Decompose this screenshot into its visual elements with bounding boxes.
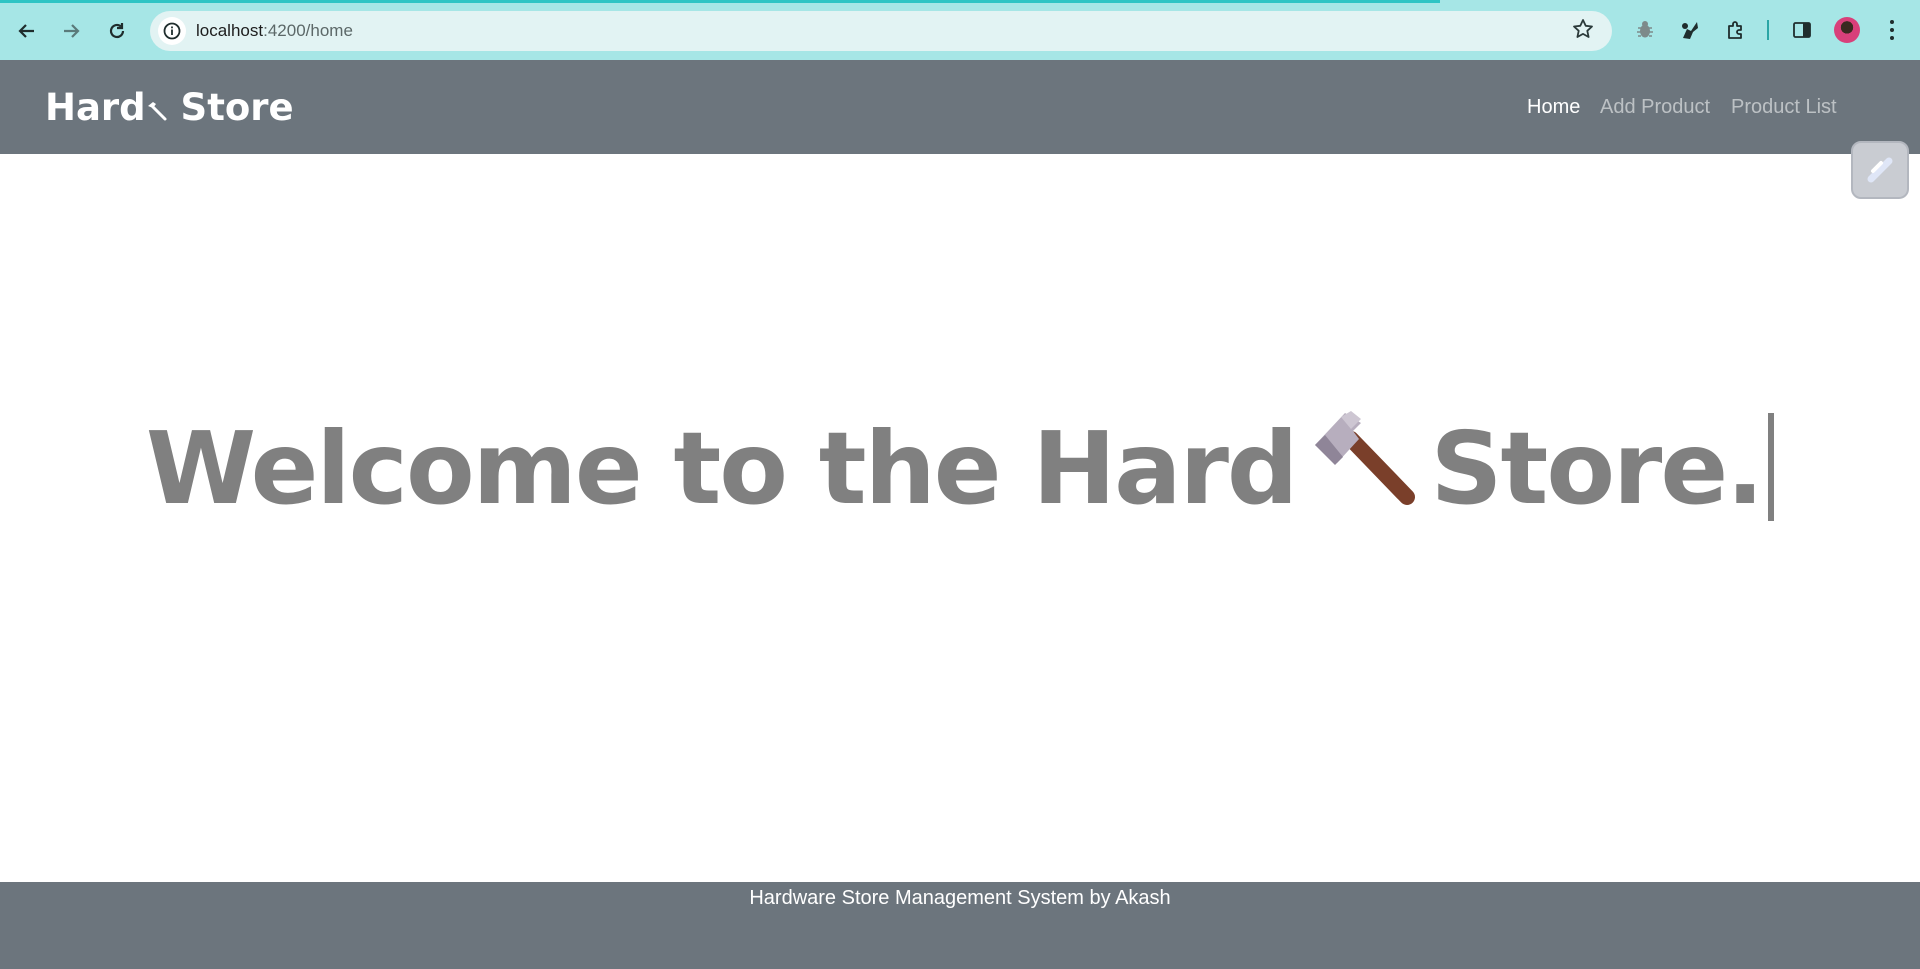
page-load-progress [0, 0, 1440, 3]
hammer-icon [147, 102, 167, 121]
url-host: localhost [196, 21, 264, 40]
footer-text: Hardware Store Management System by Akas… [749, 887, 1171, 909]
side-panel-icon[interactable] [1788, 16, 1816, 44]
puzzle-extension-icon[interactable] [1676, 16, 1704, 44]
forward-button[interactable] [53, 13, 89, 49]
url-text[interactable]: localhost:4200/home [196, 21, 353, 41]
app-navbar: Hard Store Home Add Product Product List [0, 60, 1920, 154]
hero-title: Welcome to the Hard Store. [0, 409, 1920, 533]
page-footer: Hardware Store Management System by Akas… [0, 882, 1920, 969]
toolbar-divider [1767, 20, 1769, 40]
typing-cursor [1768, 413, 1775, 521]
hero-title-suffix: Store. [1430, 410, 1765, 527]
hammer-emoji-icon [1313, 409, 1417, 533]
nav-link-product-list[interactable]: Product List [1731, 96, 1837, 119]
back-arrow-icon [18, 24, 34, 38]
brand-suffix: Store [167, 86, 294, 129]
hero-section: Welcome to the Hard Store. [0, 154, 1920, 882]
nav-link-add-product[interactable]: Add Product [1600, 96, 1710, 119]
browser-toolbar: localhost:4200/home [0, 0, 1920, 60]
brand-logo[interactable]: Hard Store [45, 86, 294, 129]
bookmark-star-icon[interactable] [1572, 18, 1594, 46]
url-path: :4200/home [263, 21, 353, 40]
profile-avatar[interactable] [1834, 17, 1860, 43]
forward-arrow-icon [64, 24, 80, 38]
hero-title-prefix: Welcome to the Hard [145, 410, 1299, 527]
browser-menu-icon[interactable] [1880, 14, 1904, 46]
brand-prefix: Hard [45, 86, 146, 129]
bug-extension-icon[interactable] [1631, 16, 1659, 44]
extensions-icon[interactable] [1722, 16, 1750, 44]
site-info-icon[interactable] [158, 17, 186, 45]
nav-link-home[interactable]: Home [1527, 96, 1580, 119]
back-button[interactable] [9, 13, 45, 49]
address-bar[interactable]: localhost:4200/home [150, 11, 1612, 51]
reload-icon [109, 23, 125, 39]
reload-button[interactable] [99, 13, 135, 49]
